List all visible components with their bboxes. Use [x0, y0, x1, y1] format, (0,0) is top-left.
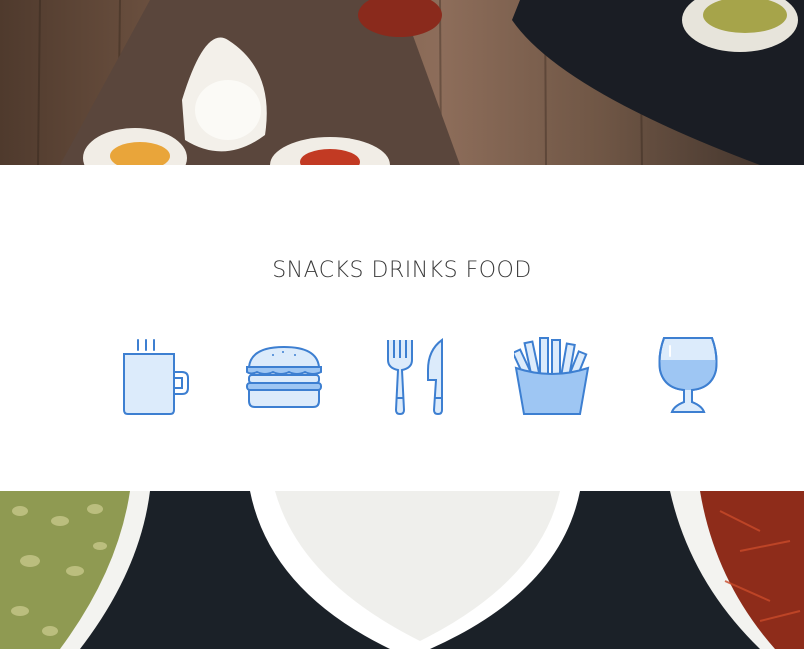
bottom-banner-photo — [0, 491, 804, 649]
icon-row — [0, 335, 804, 417]
coffee-mug-icon — [109, 335, 195, 417]
table-with-dips-image — [37, 0, 804, 165]
wine-glass-icon — [645, 335, 731, 417]
french-fries-icon — [509, 335, 595, 417]
burger-icon — [241, 335, 327, 417]
section-title: SNACKS DRINKS FOOD — [272, 258, 532, 283]
fork-knife-icon — [376, 335, 462, 417]
page: SNACKS DRINKS FOOD — [0, 0, 804, 649]
food-section: SNACKS DRINKS FOOD — [0, 165, 804, 491]
top-banner-photo — [0, 0, 804, 165]
spice-bowls-image — [0, 491, 804, 649]
